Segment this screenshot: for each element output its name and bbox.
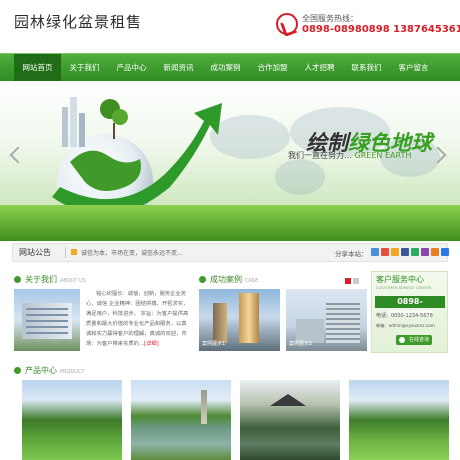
nav-item-about[interactable]: 关于我们 <box>61 54 108 81</box>
site-title[interactable]: 园林绿化盆景租售 <box>14 11 142 32</box>
notice-title: 网站公告 <box>19 248 51 257</box>
hotline-numbers: 0898-08980898 13876453617 <box>302 24 460 35</box>
banner-subtitle-cn: 我们一直在努力… <box>288 151 352 160</box>
notice-bar: 网站公告 诚信为本，市场在变，诚信永远不变... 分享本站： <box>12 243 449 262</box>
hero-banner[interactable]: 绘制绿色地球 我们一直在努力… GREEN EARTH <box>0 81 460 241</box>
product-card[interactable] <box>349 380 449 460</box>
nav-item-jobs[interactable]: 人才招聘 <box>296 54 343 81</box>
cs-title: 客户服务中心 <box>376 275 424 284</box>
about-text: 铭心织擅长：诚信，创新，服务企业务心，诚信 企业精神：团结拼搏、开拓求实，满足用… <box>86 289 190 349</box>
nav-item-message[interactable]: 客户留言 <box>390 54 437 81</box>
products-title[interactable]: 产品中心 PRODUCT <box>25 365 84 376</box>
cs-email[interactable]: 邮箱：admin@xyouzmz.com <box>376 323 435 329</box>
product-card[interactable] <box>131 380 231 460</box>
main-nav: 网站首页 关于我们 产品中心 新闻资讯 成功案例 合作加盟 人才招聘 联系我们 … <box>0 53 460 81</box>
case-card[interactable]: 案例展示1 <box>199 289 280 351</box>
cases-title-en: CASE <box>245 278 259 284</box>
cases-pager-dot-active[interactable] <box>345 278 351 284</box>
nav-item-contact[interactable]: 联系我们 <box>343 54 390 81</box>
hotline-label: 全国服务热线： <box>302 14 358 23</box>
nav-item-products[interactable]: 产品中心 <box>108 54 155 81</box>
customer-service-box: 客户服务中心 CUSTOMER SERVICE CENTER 0898-0898… <box>371 271 448 353</box>
share-icon[interactable] <box>381 248 389 256</box>
share-icon[interactable] <box>391 248 399 256</box>
section-bullet-icon <box>14 276 21 283</box>
header: 园林绿化盆景租售 全国服务热线： 0898-08980898 138764536… <box>0 0 460 52</box>
cs-tel: 电话：0000-1234-5678 <box>376 313 433 319</box>
cs-phone: 0898-08980898 <box>375 296 445 318</box>
products-title-en: PRODUCT <box>60 369 85 375</box>
case-card[interactable]: 案例展示2 <box>286 289 367 351</box>
nav-item-franchise[interactable]: 合作加盟 <box>249 54 296 81</box>
banner-subtitle: 我们一直在努力… GREEN EARTH <box>288 150 411 161</box>
case-caption: 案例展示1 <box>202 341 226 347</box>
notice-icon <box>71 249 77 255</box>
share-icon[interactable] <box>411 248 419 256</box>
about-more-link[interactable]: [详细] <box>144 341 159 347</box>
share-icons <box>371 248 449 256</box>
cases-pager <box>345 278 359 284</box>
banner-prev-arrow[interactable] <box>9 146 27 164</box>
cases-title[interactable]: 成功案例 CASE <box>210 274 258 285</box>
product-card[interactable] <box>240 380 340 460</box>
banner-subtitle-en: GREEN EARTH <box>354 151 412 160</box>
notice-text[interactable]: 诚信为本，市场在变，诚信永远不变... <box>81 248 183 257</box>
about-title-en: ABOUT US <box>60 278 86 284</box>
nav-item-home[interactable]: 网站首页 <box>14 54 61 81</box>
cs-title-en: CUSTOMER SERVICE CENTER <box>376 285 432 290</box>
about-title[interactable]: 关于我们 ABOUT US <box>25 274 86 285</box>
product-card[interactable] <box>22 380 122 460</box>
cases-pager-dot[interactable] <box>353 278 359 284</box>
section-bullet-icon <box>14 367 21 374</box>
grass-strip <box>0 205 460 241</box>
share-icon[interactable] <box>441 248 449 256</box>
about-image[interactable] <box>14 289 80 351</box>
share-icon[interactable] <box>421 248 429 256</box>
nav-item-news[interactable]: 新闻资讯 <box>155 54 202 81</box>
share-label: 分享本站： <box>335 250 368 258</box>
notice-divider <box>65 247 66 258</box>
nav-item-cases[interactable]: 成功案例 <box>202 54 249 81</box>
phone-icon <box>276 13 298 35</box>
share-icon[interactable] <box>431 248 439 256</box>
about-body: 铭心织擅长：诚信，创新，服务企业务心，诚信 企业精神：团结拼搏、开拓求实，满足用… <box>86 291 189 347</box>
share-icon[interactable] <box>371 248 379 256</box>
share-icon[interactable] <box>401 248 409 256</box>
case-caption: 案例展示2 <box>289 341 313 347</box>
section-bullet-icon <box>199 276 206 283</box>
qq-chat-button[interactable]: 在线咨询 <box>396 335 432 345</box>
